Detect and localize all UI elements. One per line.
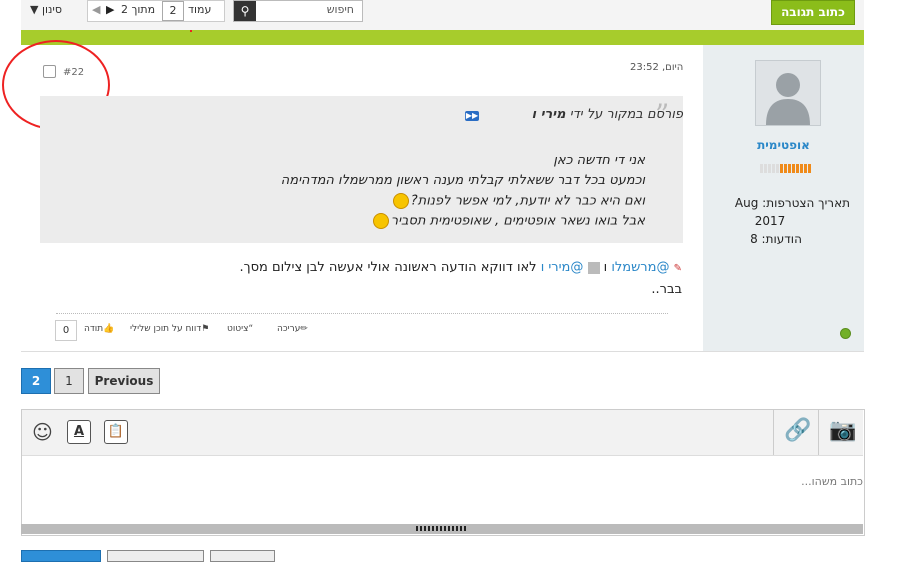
quote-mark-icon: “ (248, 324, 254, 334)
quote-line: אבל בואו נשאר אופטימים , שאופטימית תסביר (371, 213, 645, 229)
edit-button[interactable]: ✏עריכה (277, 324, 308, 334)
post-count: הודעות: 8 (750, 232, 802, 246)
post-body-line: בבר.. (651, 282, 682, 297)
preview-button[interactable] (107, 550, 204, 562)
rank-bar (760, 162, 818, 173)
username[interactable]: אופטימית (703, 138, 864, 152)
top-pager: ◀ ▶ מתוך 2 2 עמוד (87, 0, 225, 22)
quote-button[interactable]: “ציטוט (227, 324, 253, 334)
view-post-icon[interactable]: ▶▶ (465, 111, 479, 121)
smiley-icon (392, 193, 409, 209)
user-thumb-icon (587, 261, 600, 274)
clipboard-icon[interactable]: 📋 (104, 420, 128, 444)
camera-icon[interactable]: 📷 (829, 418, 856, 443)
post-body-line: ✎ @מרשמלו ו @מירי ו לאו דווקא הודעה ראשו… (239, 260, 682, 275)
editor-placeholder: כתוב משהו... (801, 475, 863, 488)
filter-dropdown[interactable]: ▼ סינון (30, 3, 62, 16)
mention-link[interactable]: @מירי ו (541, 260, 584, 275)
join-date-label: תאריך הצטרפות: Aug (734, 196, 850, 210)
quote-line: אני די חדשה כאן (553, 153, 645, 168)
user-silhouette-icon (766, 73, 810, 125)
quote-line: ואם היא כבר לא יודעת, למי אפשר לפנות? (391, 193, 645, 209)
arrow-left-icon[interactable]: ◀ (92, 3, 100, 16)
page-2-button[interactable]: 2 (21, 368, 51, 394)
divider (56, 313, 668, 314)
avatar[interactable] (755, 60, 821, 126)
arrow-right-icon[interactable]: ▶ (106, 3, 114, 16)
join-year: 2017 (754, 214, 786, 228)
thanks-button[interactable]: 👍תודה (84, 324, 114, 334)
thumbs-up-icon: 👍 (103, 324, 115, 334)
font-format-icon[interactable]: A (67, 420, 91, 444)
quote-author[interactable]: מירי ו (532, 107, 566, 122)
chevron-down-icon: ▼ (30, 3, 39, 16)
user-stats: תאריך הצטרפות: Aug 2017 הודעות: 8 (720, 194, 850, 248)
like-count: 0 (55, 320, 77, 341)
toolbar-separator (773, 410, 774, 455)
search-placeholder: חיפוש (326, 3, 354, 16)
red-dot (190, 30, 192, 32)
search-icon[interactable]: ⚲ (234, 1, 256, 21)
link-icon[interactable]: 🔗 (784, 418, 811, 443)
post-date: היום, 23:52 (630, 62, 684, 73)
resize-handle[interactable] (21, 524, 863, 534)
submit-button[interactable] (21, 550, 101, 562)
search-input[interactable]: ⚲ חיפוש (233, 0, 363, 22)
online-status-icon (840, 328, 851, 339)
page-input[interactable]: 2 (162, 1, 184, 21)
green-strip (21, 30, 864, 45)
smiley-icon (372, 213, 389, 229)
flag-icon: ⚑ (201, 324, 210, 334)
quote-line: וכמעט בכל דבר ששאלתי קבלתי מענה ראשון ממ… (280, 173, 645, 188)
quote-prefix: פורסם במקור על ידי (569, 107, 683, 122)
pencil-icon: ✏ (300, 324, 308, 334)
mention-icon: ✎ (673, 263, 682, 274)
report-button[interactable]: ⚑דווח על תוכן שלילי (130, 324, 209, 334)
smiley-button-icon[interactable]: ☺ (32, 420, 53, 444)
previous-button[interactable]: Previous (88, 368, 160, 394)
toolbar-separator (818, 410, 819, 455)
quote-header: פורסם במקור על ידי מירי ו (532, 107, 683, 122)
advanced-button[interactable] (210, 550, 275, 562)
page-label: עמוד (188, 3, 212, 16)
filter-label: סינון (41, 3, 62, 16)
mention-link[interactable]: @מרשמלו (611, 260, 669, 275)
reply-button[interactable]: כתוב תגובה (771, 0, 855, 25)
editor-toolbar (22, 410, 863, 456)
page-1-button[interactable]: 1 (54, 368, 84, 394)
of-label: מתוך 2 (121, 3, 156, 16)
